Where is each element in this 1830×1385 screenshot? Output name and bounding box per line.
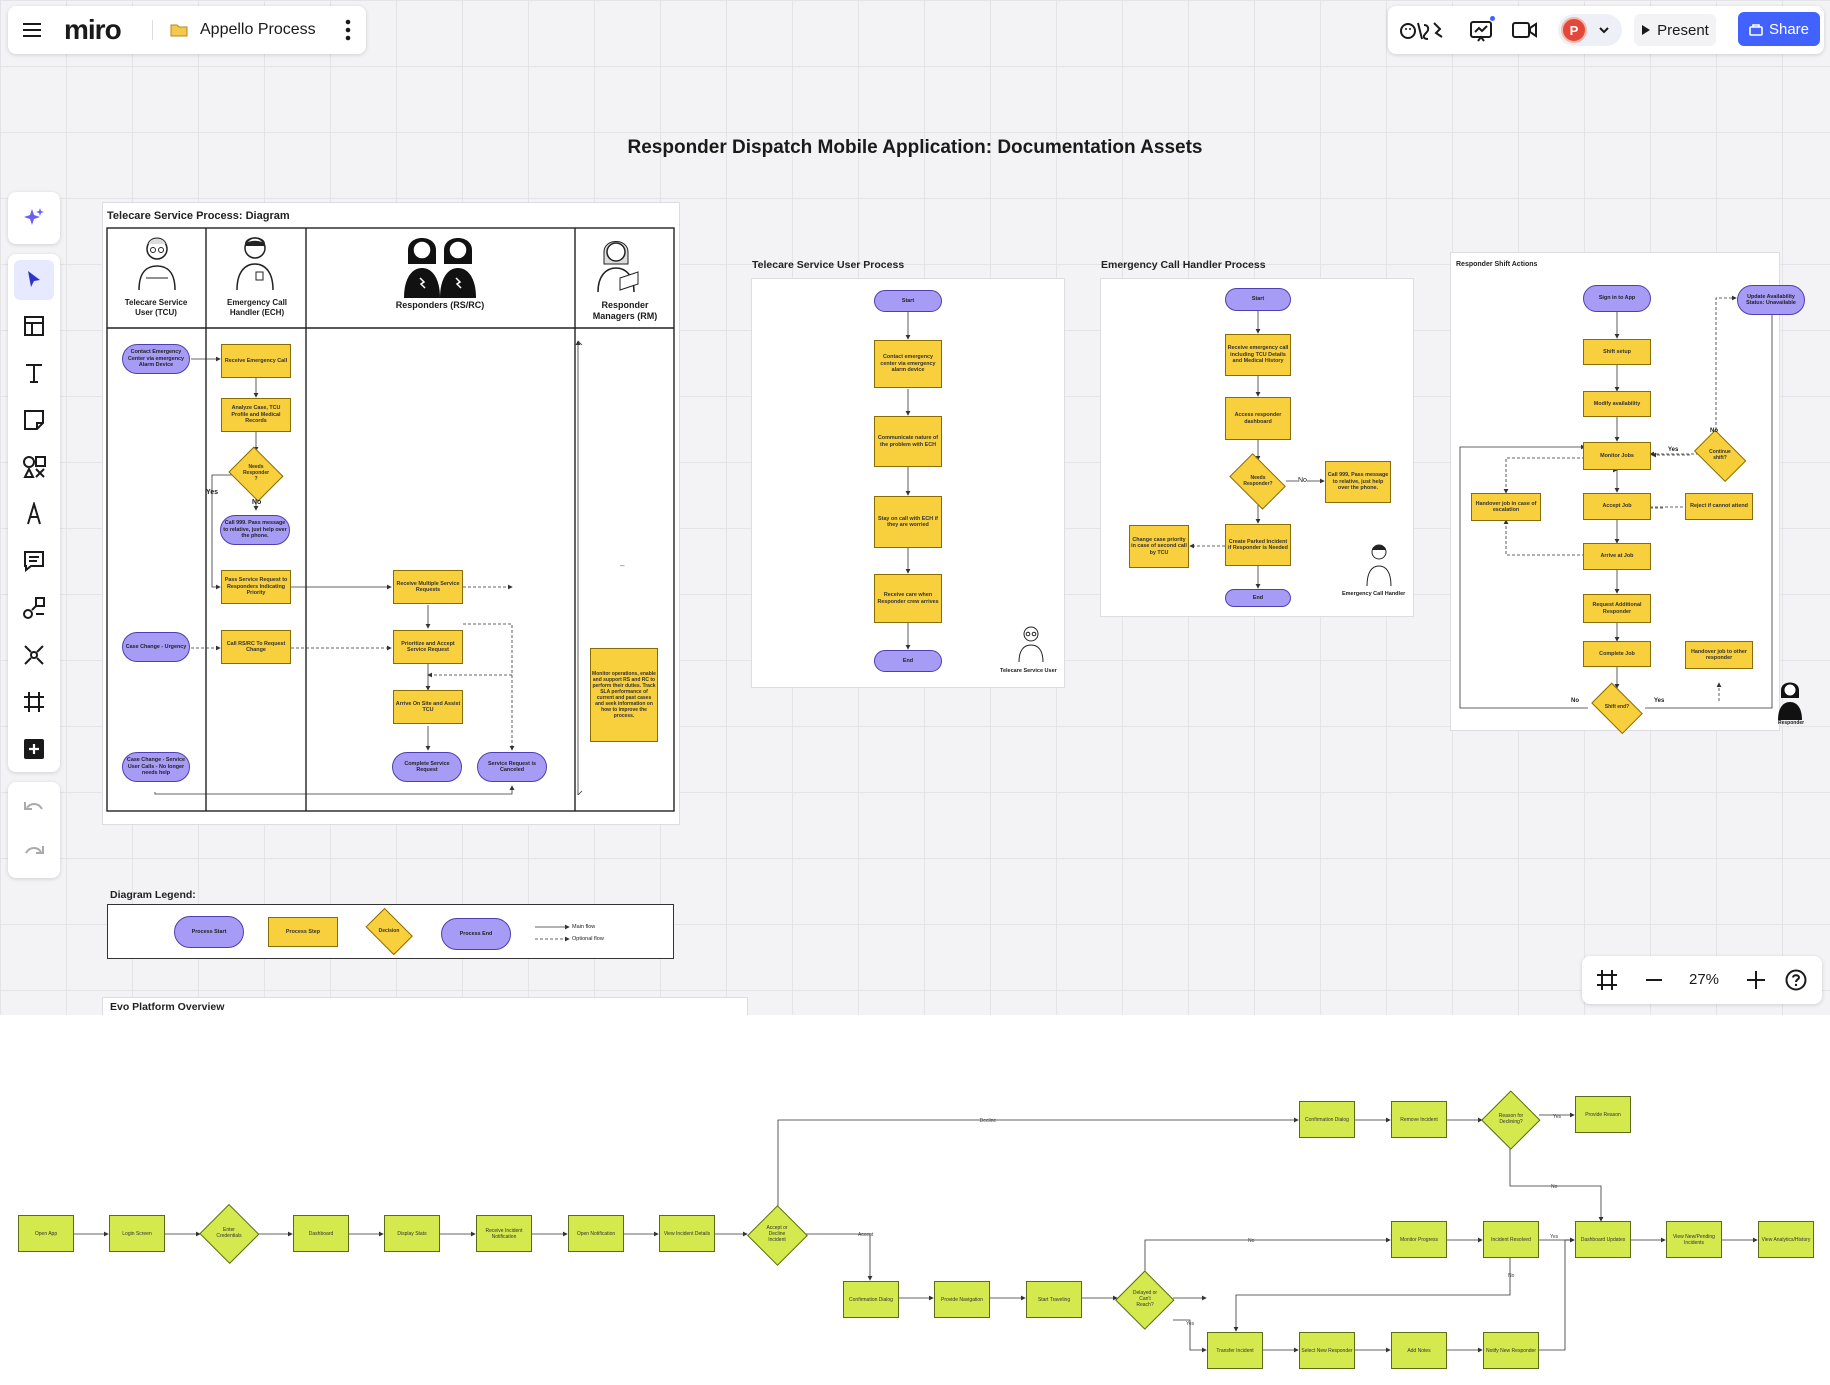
decision-label: Delayed or Can't Reach?	[1132, 1290, 1158, 1308]
evo-frame-label[interactable]: Evo Platform Overview	[110, 1001, 224, 1013]
evo-platform-diagram: Decline Accept Yes No No Yes No Yes Open…	[0, 1015, 1830, 1385]
evo-provide-reason[interactable]: Provide Reason	[1575, 1096, 1631, 1133]
legend-flow-samples	[535, 924, 570, 942]
rsa-yes-label: Yes	[1668, 447, 1679, 453]
yes-label-3: Yes	[1186, 1321, 1195, 1327]
decline-label: Decline	[980, 1118, 997, 1124]
evo-dashboard-updates[interactable]: Dashboard Updates	[1575, 1221, 1631, 1258]
board-canvas[interactable]: miro Appello Process P Present Share 27%…	[0, 0, 1830, 1015]
legend-process-start: Process Start	[174, 916, 244, 948]
rsa-accept-job[interactable]: Accept Job	[1583, 493, 1651, 520]
evo-view-analytics[interactable]: View Analytics/History	[1758, 1221, 1814, 1258]
no-label-1: No	[1551, 1184, 1558, 1190]
rsa-no-label: No	[1710, 428, 1718, 434]
decision-label: Shift end?	[1604, 704, 1630, 711]
evo-receive-notification[interactable]: Receive Incident Notification	[476, 1215, 532, 1252]
rsa-request-additional[interactable]: Request Additional Responder	[1583, 594, 1651, 623]
rsa-yes-label-2: Yes	[1654, 698, 1665, 704]
evo-login-screen[interactable]: Login Screen	[109, 1215, 165, 1252]
rsa-reject-job[interactable]: Reject if cannot attend	[1685, 493, 1753, 520]
evo-accept-confirmation[interactable]: Confirmation Dialog	[843, 1281, 899, 1318]
legend-optional-flow: Optional flow	[572, 936, 604, 942]
rsa-caption: Responder	[1778, 720, 1805, 726]
legend-decision: Decision	[362, 914, 416, 950]
rsa-flow-lines	[1459, 295, 1775, 709]
decision-label: Continue shift?	[1709, 449, 1731, 461]
evo-delayed-decision[interactable]: Delayed or Can't Reach?	[1117, 1272, 1173, 1328]
evo-view-incident[interactable]: View Incident Details	[659, 1215, 715, 1252]
decision-label: Reason for Declining?	[1498, 1113, 1524, 1125]
rsa-no-label-2: No	[1571, 698, 1579, 704]
decision-label: Accept or Decline Incident	[766, 1225, 788, 1243]
rsa-update-availability[interactable]: Update Availability Status: Unavailable	[1737, 285, 1805, 315]
rsa-continue-shift[interactable]: Continue shift?	[1690, 436, 1750, 476]
rsa-arrive-at-job[interactable]: Arrive at Job	[1583, 543, 1651, 570]
evo-provide-navigation[interactable]: Provide Navigation	[934, 1281, 990, 1318]
decision-label: Enter Credentials	[216, 1227, 242, 1239]
evo-accept-or-decline[interactable]: Accept or Decline Incident	[748, 1206, 806, 1264]
evo-start-traveling[interactable]: Start Traveling	[1026, 1281, 1082, 1318]
evo-open-notification[interactable]: Open Notification	[568, 1215, 624, 1252]
legend-decision-label: Decision	[378, 928, 400, 935]
evo-reason-for-declining[interactable]: Reason for Declining?	[1483, 1092, 1539, 1148]
rsa-handover-escalation[interactable]: Handover job in case of escalation	[1471, 493, 1541, 521]
evo-add-notes[interactable]: Add Notes	[1391, 1332, 1447, 1369]
yes-label-1: Yes	[1553, 1114, 1562, 1120]
legend-process-step: Process Step	[268, 917, 338, 947]
rsa-modify-availability[interactable]: Modify availability	[1583, 391, 1651, 417]
evo-open-app[interactable]: Open App	[18, 1215, 74, 1252]
evo-dashboard[interactable]: Dashboard	[293, 1215, 349, 1252]
accept-label: Accept	[858, 1232, 874, 1238]
evo-incident-resolved[interactable]: Incident Resolved	[1483, 1221, 1539, 1258]
no-label-3: No	[1508, 1273, 1515, 1279]
evo-enter-credentials[interactable]: Enter Credentials	[200, 1206, 258, 1262]
evo-display-stats[interactable]: Display Stats	[384, 1215, 440, 1252]
evo-select-responder[interactable]: Select New Responder	[1299, 1332, 1355, 1369]
rsa-monitor-jobs[interactable]: Monitor Jobs	[1583, 442, 1651, 470]
evo-transfer-incident[interactable]: Transfer Incident	[1207, 1332, 1263, 1369]
rsa-complete-job[interactable]: Complete Job	[1583, 641, 1651, 667]
rsa-handover-other[interactable]: Handover job to other responder	[1685, 641, 1753, 669]
rsa-shift-end[interactable]: Shift end?	[1587, 689, 1647, 727]
evo-notify-responder[interactable]: Notify New Responder	[1483, 1332, 1539, 1369]
yes-label-2: Yes	[1550, 1234, 1559, 1240]
evo-decline-confirmation[interactable]: Confirmation Dialog	[1299, 1101, 1355, 1138]
rsa-shift-setup[interactable]: Shift setup	[1583, 339, 1651, 365]
responder-person-illustration	[1777, 680, 1803, 725]
rsa-sign-in[interactable]: Sign in to App	[1583, 285, 1651, 312]
legend-main-flow: Main flow	[572, 924, 596, 930]
evo-flow-lines: Decline Accept Yes No No Yes No Yes	[73, 1112, 1758, 1353]
legend-process-end: Process End	[441, 918, 511, 950]
evo-view-pending[interactable]: View New/Pending Incidents	[1666, 1221, 1722, 1258]
evo-remove-incident[interactable]: Remove Incident	[1391, 1101, 1447, 1138]
no-label-2: No	[1248, 1238, 1255, 1244]
evo-monitor-progress[interactable]: Monitor Progress	[1391, 1221, 1447, 1258]
legend-label: Diagram Legend:	[110, 889, 196, 901]
